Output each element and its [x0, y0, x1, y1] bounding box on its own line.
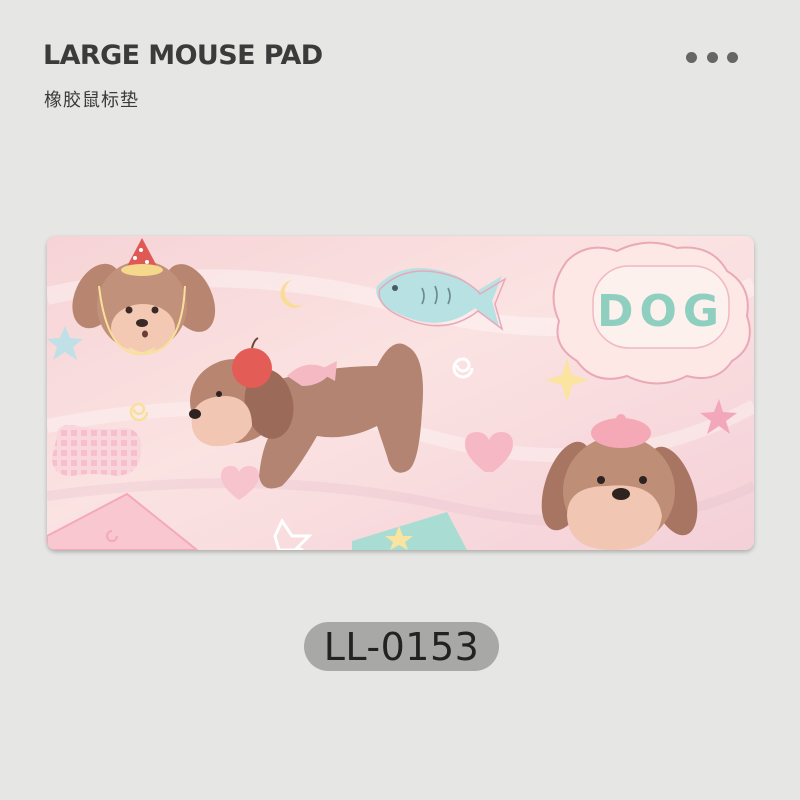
speech-cloud: DOG — [552, 241, 751, 385]
product-sku-badge: LL-0153 — [304, 622, 499, 671]
more-dot-icon — [686, 51, 697, 63]
more-dot-icon — [706, 51, 718, 63]
speech-cloud-text: DOG — [597, 286, 725, 337]
page-subtitle: 橡胶鼠标垫 — [44, 90, 139, 111]
mouse-pad-image: DOG — [47, 236, 754, 550]
more-options-button[interactable] — [686, 50, 738, 64]
more-dot-icon — [727, 51, 738, 63]
page-title: LARGE MOUSE PAD — [43, 40, 323, 71]
